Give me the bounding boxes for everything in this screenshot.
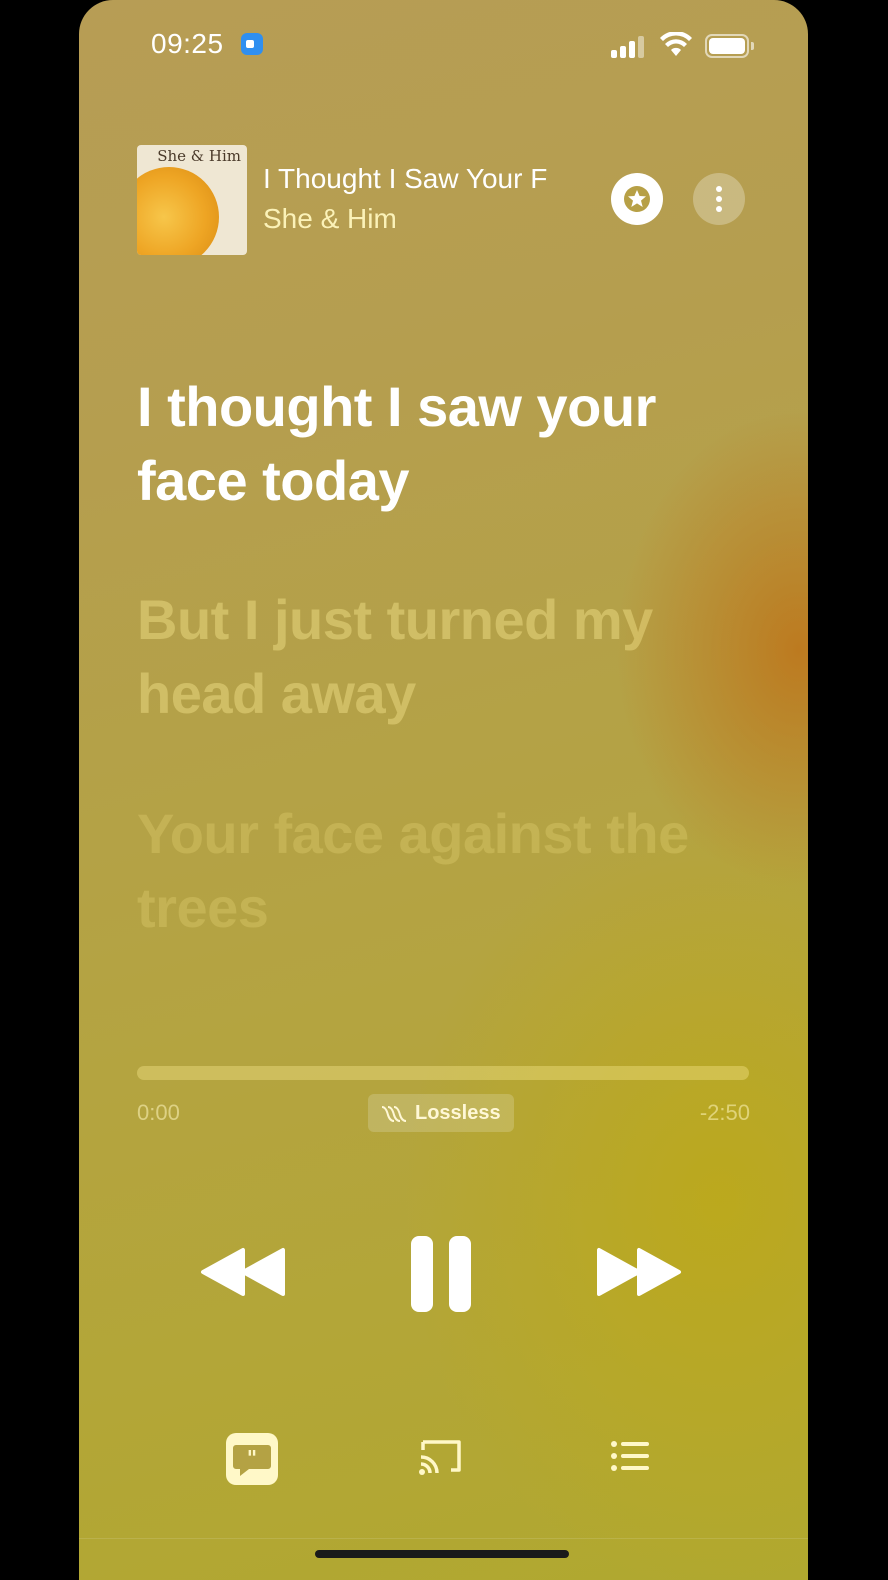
- facetime-icon: [241, 33, 263, 55]
- wifi-icon: [660, 32, 692, 56]
- music-player-screen: 09:25 She & Him I Thought I Saw Your F S…: [79, 0, 808, 1580]
- more-options-button[interactable]: [693, 173, 745, 225]
- status-time: 09:25: [151, 28, 224, 59]
- song-artist[interactable]: She & Him: [263, 203, 397, 235]
- bottom-divider: [79, 1538, 808, 1539]
- lossless-label: Lossless: [415, 1102, 501, 1124]
- album-art-text: She & Him: [157, 147, 241, 165]
- lyric-line-next[interactable]: But I just turned my head away: [137, 583, 737, 731]
- remaining-time: -2:50: [699, 1100, 750, 1125]
- progress-bar[interactable]: [137, 1066, 749, 1080]
- home-indicator[interactable]: [315, 1550, 569, 1558]
- favorite-button[interactable]: [611, 173, 663, 225]
- rewind-button[interactable]: [199, 1232, 289, 1317]
- pause-button[interactable]: [409, 1232, 473, 1321]
- lyric-line-active[interactable]: I thought I saw your face today: [137, 370, 737, 518]
- pause-icon: [411, 1236, 471, 1312]
- queue-list-icon: [611, 1441, 649, 1471]
- svg-text:": ": [247, 1446, 257, 1470]
- lossless-badge[interactable]: Lossless: [368, 1094, 514, 1132]
- lossless-icon: [381, 1106, 407, 1122]
- lyrics-icon: ": [226, 1433, 278, 1485]
- lyrics-button[interactable]: ": [225, 1432, 279, 1491]
- airplay-icon: [419, 1440, 461, 1475]
- status-bar: 09:25: [79, 28, 808, 64]
- song-title[interactable]: I Thought I Saw Your F: [263, 163, 581, 195]
- lyric-line-upcoming[interactable]: Your face against the trees: [137, 797, 737, 945]
- star-icon: [624, 186, 650, 212]
- queue-button[interactable]: [607, 1432, 655, 1485]
- now-playing-header: She & Him I Thought I Saw Your F She & H…: [137, 145, 750, 255]
- elapsed-time: 0:00: [137, 1100, 180, 1125]
- rewind-icon: [201, 1248, 285, 1296]
- airplay-button[interactable]: [417, 1432, 465, 1485]
- battery-icon: [705, 34, 754, 58]
- album-art[interactable]: She & Him: [137, 145, 247, 255]
- ellipsis-vertical-icon: [716, 186, 722, 192]
- fast-forward-button[interactable]: [593, 1232, 683, 1317]
- fast-forward-icon: [597, 1248, 681, 1296]
- signal-icon: [611, 34, 651, 58]
